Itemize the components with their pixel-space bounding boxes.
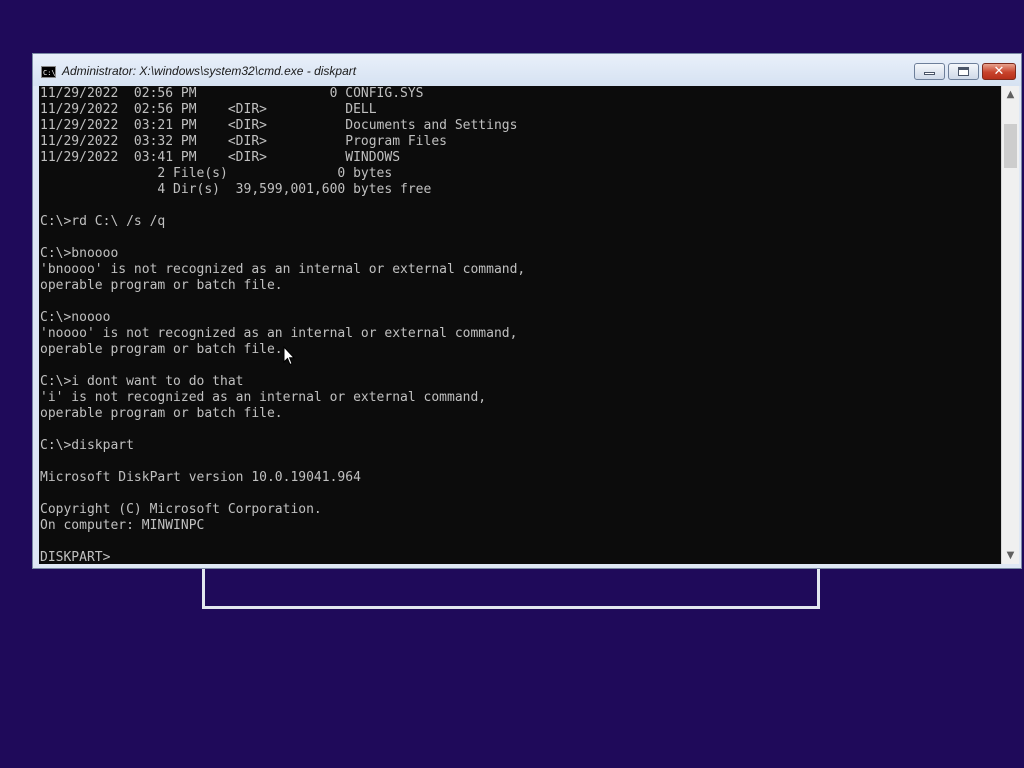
console-line: 4 Dir(s) 39,599,001,600 bytes free bbox=[40, 182, 432, 197]
mouse-pointer-icon bbox=[283, 346, 295, 366]
close-button[interactable]: ✕ bbox=[982, 63, 1016, 80]
minimize-button[interactable] bbox=[914, 63, 945, 80]
scroll-down-icon[interactable]: ▼ bbox=[1002, 547, 1019, 564]
console-output[interactable]: 11/29/2022 02:56 PM 0 CONFIG.SYS 11/29/20… bbox=[39, 86, 1001, 564]
console-line: 'bnoooo' is not recognized as an interna… bbox=[40, 262, 526, 277]
console-line: 11/29/2022 02:56 PM 0 CONFIG.SYS bbox=[40, 86, 424, 101]
console-line: 11/29/2022 03:41 PM <DIR> WINDOWS bbox=[40, 150, 401, 165]
console-line: Microsoft DiskPart version 10.0.19041.96… bbox=[40, 470, 361, 485]
console-line: 2 File(s) 0 bytes bbox=[40, 166, 393, 181]
maximize-icon bbox=[958, 67, 969, 76]
cmd-icon[interactable]: C:\ bbox=[41, 66, 56, 78]
console-line: Copyright (C) Microsoft Corporation. bbox=[40, 502, 322, 517]
console-line: operable program or batch file. bbox=[40, 406, 283, 421]
console-line: operable program or batch file. bbox=[40, 278, 283, 293]
scroll-up-icon[interactable]: ▲ bbox=[1002, 86, 1019, 103]
desktop-background: C:\ Administrator: X:\windows\system32\c… bbox=[0, 0, 1024, 768]
console-line: C:\>bnoooo bbox=[40, 246, 119, 261]
console-line: 11/29/2022 02:56 PM <DIR> DELL bbox=[40, 102, 377, 117]
window-titlebar[interactable]: C:\ Administrator: X:\windows\system32\c… bbox=[33, 54, 1021, 86]
console-line: C:\>rd C:\ /s /q bbox=[40, 214, 166, 229]
minimize-icon bbox=[924, 72, 935, 75]
vertical-scrollbar[interactable]: ▲ ▼ bbox=[1001, 86, 1019, 564]
console-line: C:\>noooo bbox=[40, 310, 111, 325]
console-line: 'noooo' is not recognized as an internal… bbox=[40, 326, 518, 341]
console-line: 'i' is not recognized as an internal or … bbox=[40, 390, 487, 405]
console-line: operable program or batch file. bbox=[40, 342, 283, 357]
console-line: DISKPART> bbox=[40, 550, 111, 564]
maximize-button[interactable] bbox=[948, 63, 979, 80]
console-line: C:\>diskpart bbox=[40, 438, 134, 453]
cmd-window[interactable]: C:\ Administrator: X:\windows\system32\c… bbox=[32, 53, 1022, 569]
console-line: On computer: MINWINPC bbox=[40, 518, 205, 533]
scrollbar-thumb[interactable] bbox=[1004, 124, 1017, 168]
windows-setup-window bbox=[202, 566, 820, 609]
console-line: C:\>i dont want to do that bbox=[40, 374, 244, 389]
close-icon: ✕ bbox=[993, 64, 1005, 79]
console-line: 11/29/2022 03:32 PM <DIR> Program Files bbox=[40, 134, 447, 149]
window-title: Administrator: X:\windows\system32\cmd.e… bbox=[62, 64, 357, 78]
console-line: 11/29/2022 03:21 PM <DIR> Documents and … bbox=[40, 118, 518, 133]
